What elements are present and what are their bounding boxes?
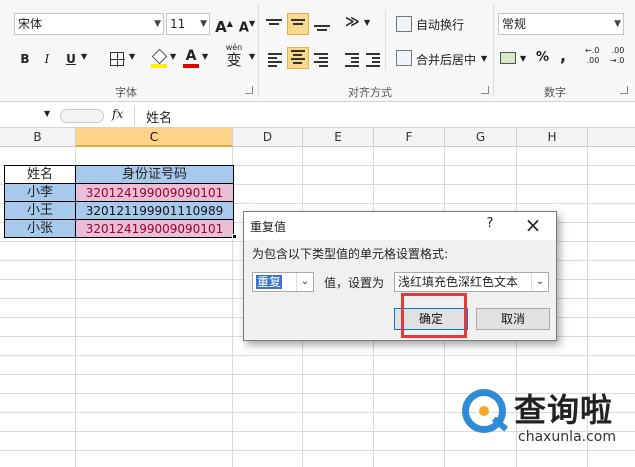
- align-left-icon[interactable]: [268, 51, 282, 69]
- insert-function-icon[interactable]: fx: [112, 107, 123, 121]
- font-name-value: 宋体: [18, 17, 43, 31]
- font-group-label: 字体: [115, 86, 137, 99]
- orientation-icon[interactable]: ≫: [345, 14, 360, 30]
- column-header-h[interactable]: H: [517, 128, 588, 147]
- merge-center-icon: [396, 50, 412, 66]
- column-header-d[interactable]: D: [233, 128, 303, 147]
- duplicate-type-value: 重复: [256, 275, 283, 289]
- highlight-box: [401, 293, 467, 338]
- alignment-dialog-launcher-icon[interactable]: [481, 86, 489, 94]
- fill-handle[interactable]: [232, 234, 237, 239]
- chevron-down-icon: ⌄: [296, 273, 313, 291]
- table-cell-id[interactable]: 320121199901110989: [75, 201, 234, 220]
- column-header-c[interactable]: C: [76, 128, 233, 147]
- number-group-label: 数字: [544, 86, 566, 99]
- increase-decimal-button[interactable]: ←.0.00: [585, 46, 599, 66]
- number-format-combo[interactable]: 常规 ▼: [498, 13, 624, 35]
- table-cell-id-duplicate[interactable]: 320124199009090101: [75, 219, 234, 238]
- font-size-combo[interactable]: 11 ▼: [166, 13, 210, 35]
- watermark-domain: chaxunla.com: [518, 429, 616, 445]
- table-header-name[interactable]: 姓名: [4, 165, 76, 184]
- help-icon[interactable]: ?: [480, 216, 500, 231]
- chevron-down-icon: ▼: [614, 19, 621, 29]
- dialog-prompt: 为包含以下类型值的单元格设置格式:: [252, 247, 449, 261]
- chevron-down-icon[interactable]: ▼: [520, 54, 526, 63]
- divider: [134, 106, 135, 126]
- currency-icon[interactable]: [500, 52, 516, 64]
- underline-button[interactable]: U: [62, 49, 80, 69]
- merge-center-button[interactable]: 合并后居中: [416, 51, 476, 68]
- font-name-combo[interactable]: 宋体 ▼: [14, 13, 164, 35]
- format-select[interactable]: 浅红填充色深红色文本 ⌄: [394, 272, 549, 292]
- column-header-g[interactable]: G: [445, 128, 517, 147]
- table-cell-id-duplicate[interactable]: 320124199009090101: [75, 183, 234, 202]
- ribbon: 宋体 ▼ 11 ▼ A▲ A▼ B I U ▼ ▼ ▼ A ▼ wén 变 ▼ …: [0, 0, 635, 102]
- number-format-value: 常规: [502, 17, 527, 31]
- formula-bar: ▼ fx 姓名: [0, 104, 635, 128]
- wrap-text-button[interactable]: 自动换行: [416, 16, 464, 33]
- phonetic-button[interactable]: wén 变: [220, 44, 248, 70]
- comma-button[interactable]: ,: [560, 46, 566, 65]
- align-bottom-icon[interactable]: [314, 23, 330, 33]
- align-right-icon[interactable]: [314, 51, 328, 69]
- column-headers: B C D E F G H: [0, 128, 635, 147]
- chevron-down-icon[interactable]: ▼: [481, 54, 487, 63]
- wrap-text-icon: [396, 16, 412, 32]
- font-color-icon[interactable]: A: [182, 48, 200, 68]
- group-divider: [258, 4, 259, 98]
- name-box[interactable]: ▼: [0, 106, 58, 126]
- bold-button[interactable]: B: [16, 49, 34, 69]
- table-header-id[interactable]: 身份证号码: [75, 165, 234, 184]
- dialog-title: 重复值: [250, 220, 287, 234]
- watermark-brand: 查询啦: [514, 391, 614, 429]
- align-center-button[interactable]: [287, 47, 309, 69]
- table-cell-name[interactable]: 小李: [4, 183, 76, 202]
- italic-button[interactable]: I: [38, 49, 56, 69]
- group-divider: [493, 4, 494, 98]
- number-dialog-launcher-icon[interactable]: [620, 86, 628, 94]
- chevron-down-icon[interactable]: ▼: [170, 52, 176, 61]
- shrink-font-button[interactable]: A▼: [238, 14, 256, 35]
- chevron-down-icon[interactable]: ▼: [44, 109, 50, 118]
- chevron-down-icon[interactable]: ▼: [129, 52, 135, 61]
- chevron-down-icon: ⌄: [531, 273, 548, 291]
- column-header-e[interactable]: E: [303, 128, 374, 147]
- duplicate-values-dialog: 重复值 ? × 为包含以下类型值的单元格设置格式: 重复 ⌄ 值，设置为 浅红填…: [243, 211, 557, 341]
- format-value: 浅红填充色深红色文本: [398, 275, 519, 289]
- column-header-b[interactable]: B: [0, 128, 76, 147]
- close-icon[interactable]: ×: [520, 213, 546, 237]
- formula-input[interactable]: 姓名: [146, 107, 172, 126]
- decrease-indent-icon[interactable]: [345, 51, 359, 69]
- watermark-logo: 查询啦 chaxunla.com: [462, 383, 632, 467]
- formula-bar-resize-handle[interactable]: [60, 109, 104, 123]
- group-divider: [385, 10, 386, 70]
- column-header-f[interactable]: F: [374, 128, 445, 147]
- percent-button[interactable]: %: [536, 50, 549, 65]
- chevron-down-icon[interactable]: ▼: [364, 18, 370, 27]
- chevron-down-icon: ▼: [200, 19, 207, 29]
- chevron-down-icon: ▼: [154, 19, 161, 29]
- alignment-group-label: 对齐方式: [348, 86, 392, 99]
- border-icon[interactable]: [110, 52, 125, 67]
- table-cell-name[interactable]: 小王: [4, 201, 76, 220]
- align-middle-button[interactable]: [287, 13, 309, 35]
- font-size-value: 11: [170, 17, 186, 31]
- fill-color-icon[interactable]: [151, 48, 168, 68]
- chevron-down-icon[interactable]: ▼: [202, 52, 208, 61]
- chevron-down-icon[interactable]: ▼: [249, 52, 255, 61]
- duplicate-type-select[interactable]: 重复 ⌄: [252, 272, 314, 292]
- grow-font-button[interactable]: A▲: [215, 14, 233, 36]
- font-dialog-launcher-icon[interactable]: [245, 86, 253, 94]
- decrease-decimal-button[interactable]: .00 →.0: [610, 46, 624, 66]
- table-cell-name[interactable]: 小张: [4, 219, 76, 238]
- increase-indent-icon[interactable]: [366, 51, 380, 69]
- chevron-down-icon[interactable]: ▼: [81, 52, 87, 61]
- format-label: 值，设置为: [324, 276, 385, 290]
- dialog-title-bar: 重复值 ? ×: [244, 212, 556, 240]
- cancel-button[interactable]: 取消: [476, 308, 550, 330]
- align-top-icon[interactable]: [266, 17, 282, 31]
